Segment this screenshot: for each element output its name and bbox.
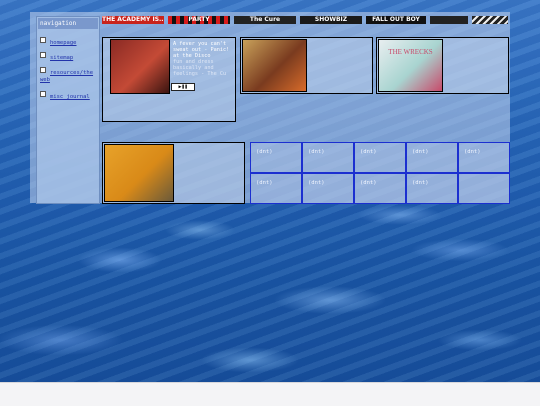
song-line: feelings - The Cu bbox=[173, 71, 227, 77]
cell-label: (dnt) bbox=[464, 149, 481, 155]
cell-label: (dnt) bbox=[412, 149, 429, 155]
cell-label: (dnt) bbox=[308, 180, 325, 186]
nav-item-resources[interactable]: resources/the web bbox=[40, 67, 97, 84]
nav-item-label: sitemap bbox=[50, 55, 74, 61]
cell-label: (dnt) bbox=[256, 149, 273, 155]
banner-academy-is[interactable]: THE ACADEMY IS... bbox=[102, 16, 164, 24]
banner-showbiz[interactable]: SHOWBIZ bbox=[300, 16, 362, 24]
banner-the-cure[interactable]: The Cure bbox=[234, 16, 296, 24]
album-card-now-playing: A fever you can't sweat out - Panic! at … bbox=[102, 37, 236, 122]
grid-cell[interactable]: (dnt) bbox=[406, 142, 458, 173]
nav-item-sitemap[interactable]: sitemap bbox=[40, 52, 73, 62]
nav-item-misc-journal[interactable]: misc_journal bbox=[40, 91, 90, 101]
banner-fall-out-boy[interactable]: FALL OUT BOY bbox=[366, 16, 426, 24]
cell-label: (dnt) bbox=[360, 180, 377, 186]
bullet-icon bbox=[40, 67, 46, 73]
banner-party[interactable]: PARTY bbox=[168, 16, 230, 24]
grid-cell[interactable] bbox=[458, 173, 510, 204]
grid-cell[interactable]: (dnt) bbox=[406, 173, 458, 204]
cell-label: (dnt) bbox=[412, 180, 429, 186]
grid-cell[interactable]: (dnt) bbox=[250, 173, 302, 204]
grid-cell[interactable]: (dnt) bbox=[250, 142, 302, 173]
album-cover-image[interactable] bbox=[104, 144, 174, 202]
bullet-icon bbox=[40, 91, 46, 97]
banner-band-7[interactable] bbox=[472, 16, 508, 24]
cell-label: (dnt) bbox=[256, 180, 273, 186]
bullet-icon bbox=[40, 37, 46, 43]
bottom-status-strip bbox=[0, 382, 540, 406]
grid-cell[interactable]: (dnt) bbox=[458, 142, 510, 173]
play-pause-button[interactable]: ▶❚❚ bbox=[171, 83, 195, 91]
bullet-icon bbox=[40, 52, 46, 58]
album-cover-image[interactable] bbox=[110, 39, 170, 94]
grid-cell[interactable]: (dnt) bbox=[302, 173, 354, 204]
album-card-2 bbox=[240, 37, 373, 94]
album-cover-image[interactable] bbox=[242, 39, 307, 92]
nav-item-homepage[interactable]: homepage bbox=[40, 37, 77, 47]
band-banner-strip: THE ACADEMY IS... PARTY The Cure SHOWBIZ… bbox=[102, 16, 508, 24]
grid-cell[interactable]: (dnt) bbox=[302, 142, 354, 173]
nav-item-label: misc_journal bbox=[50, 94, 90, 100]
navigation-sidebar: navigation homepage sitemap resources/th… bbox=[36, 16, 100, 204]
now-playing-text: A fever you can't sweat out - Panic! at … bbox=[173, 41, 229, 77]
cell-label: (dnt) bbox=[308, 149, 325, 155]
banner-band-6[interactable] bbox=[430, 16, 468, 24]
empty-slot-grid: (dnt) (dnt) (dnt) (dnt) (dnt) (dnt) (dnt… bbox=[250, 142, 510, 204]
album-card-3: THE WRECKS bbox=[376, 37, 509, 94]
navigation-title: navigation bbox=[38, 18, 98, 29]
grid-cell[interactable]: (dnt) bbox=[354, 173, 406, 204]
grid-cell[interactable]: (dnt) bbox=[354, 142, 406, 173]
nav-item-label: homepage bbox=[50, 40, 77, 46]
cell-label: (dnt) bbox=[360, 149, 377, 155]
album-cover-image[interactable]: THE WRECKS bbox=[378, 39, 443, 92]
album-card-4 bbox=[102, 142, 245, 204]
nav-item-label: resources/the web bbox=[40, 70, 94, 83]
